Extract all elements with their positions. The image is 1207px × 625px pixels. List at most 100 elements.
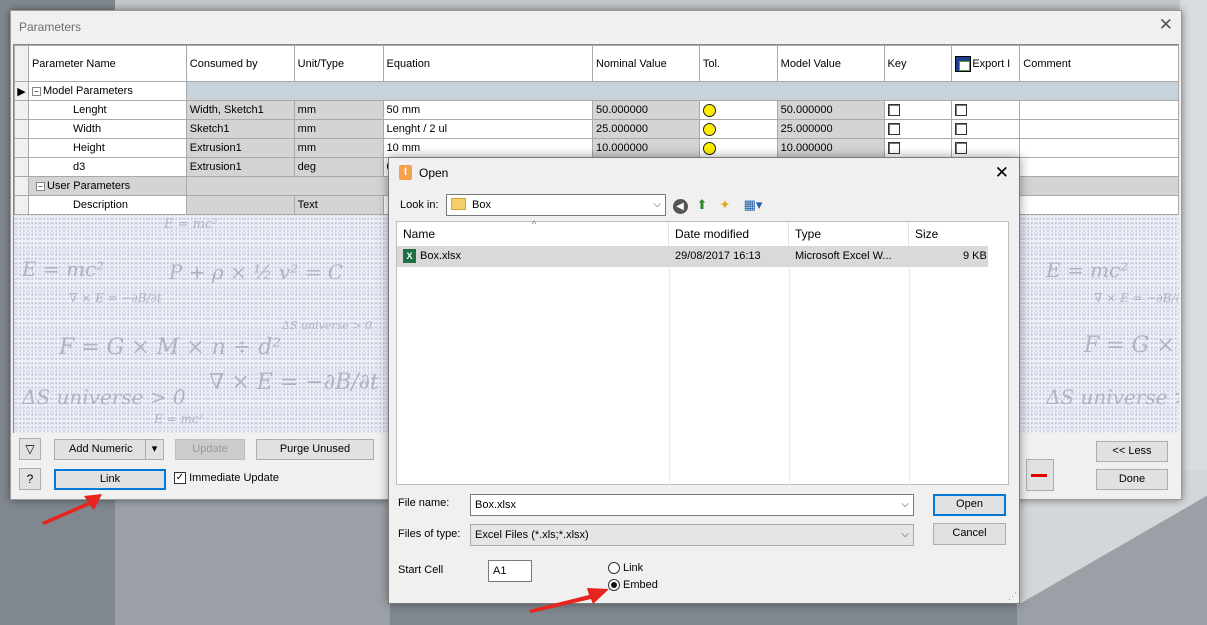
filter-icon[interactable]: ▽ bbox=[19, 438, 41, 460]
export-cell[interactable] bbox=[951, 138, 1021, 158]
column-header[interactable]: Tol. bbox=[698, 45, 778, 82]
group-label-cell[interactable]: − User Parameters bbox=[27, 176, 187, 196]
column-header[interactable]: Consumed by bbox=[185, 45, 295, 82]
link-button[interactable]: Link bbox=[54, 469, 166, 490]
key-cell[interactable] bbox=[883, 138, 953, 158]
file-row[interactable]: X Box.xlsx 29/08/2017 16:13 Microsoft Exc… bbox=[397, 246, 988, 267]
column-header-size[interactable]: Size bbox=[909, 222, 989, 246]
key-checkbox[interactable] bbox=[887, 142, 900, 155]
collapse-icon[interactable]: − bbox=[31, 86, 41, 96]
column-header[interactable]: Nominal Value bbox=[591, 45, 700, 82]
table-row[interactable]: Height Extrusion1 mm 10 mm 10.000000 10.… bbox=[14, 138, 1179, 158]
red-marker-button[interactable] bbox=[1026, 459, 1054, 491]
files-of-type-select[interactable]: Excel Files (*.xls;*.xlsx) ⌵ bbox=[470, 524, 914, 546]
link-radio[interactable]: Link bbox=[608, 562, 643, 575]
consumed-by: Extrusion1 bbox=[185, 138, 295, 158]
export-checkbox[interactable] bbox=[955, 123, 968, 136]
annotation-arrow bbox=[529, 588, 609, 613]
less-button[interactable]: << Less bbox=[1096, 441, 1168, 462]
column-header-export[interactable]: Export I bbox=[951, 45, 1021, 82]
check-icon[interactable]: ✓ bbox=[174, 472, 186, 485]
embed-radio[interactable]: Embed bbox=[608, 579, 658, 592]
param-name[interactable]: Lenght bbox=[27, 100, 187, 120]
file-name-cell[interactable]: X Box.xlsx bbox=[403, 246, 461, 267]
close-icon[interactable]: ✕ bbox=[1159, 15, 1173, 35]
column-header-type[interactable]: Type bbox=[789, 222, 909, 246]
row-header-corner bbox=[14, 45, 29, 82]
current-row-marker: ▶ bbox=[14, 81, 29, 101]
tolerance-cell[interactable] bbox=[698, 119, 778, 139]
chevron-down-icon[interactable]: ⌵ bbox=[901, 495, 909, 515]
group-label: Model Parameters bbox=[42, 85, 133, 97]
purge-unused-button[interactable]: Purge Unused bbox=[256, 439, 374, 460]
export-checkbox[interactable] bbox=[955, 104, 968, 117]
key-cell[interactable] bbox=[883, 119, 953, 139]
help-icon[interactable]: ? bbox=[19, 468, 41, 490]
tolerance-cell[interactable] bbox=[698, 100, 778, 120]
view-menu-icon[interactable]: ▦▾ bbox=[739, 196, 767, 214]
key-cell[interactable] bbox=[883, 100, 953, 120]
look-in-select[interactable]: Box ⌵ bbox=[446, 194, 666, 216]
file-name: Box.xlsx bbox=[420, 250, 461, 262]
update-button[interactable]: Update bbox=[175, 439, 245, 460]
equation[interactable]: 10 mm bbox=[382, 138, 593, 158]
chevron-down-icon[interactable]: ▾ bbox=[145, 440, 163, 459]
tolerance-cell[interactable] bbox=[698, 138, 778, 158]
nominal-value: 50.000000 bbox=[591, 100, 700, 120]
table-row[interactable]: Width Sketch1 mm Lenght / 2 ul 25.000000… bbox=[14, 119, 1179, 139]
add-numeric-button[interactable]: Add Numeric ▾ bbox=[54, 439, 164, 460]
new-folder-icon[interactable]: ✦ bbox=[716, 196, 734, 214]
start-cell-input[interactable]: A1 bbox=[488, 560, 532, 582]
row-header bbox=[14, 138, 29, 158]
tolerance-icon[interactable] bbox=[702, 103, 716, 117]
column-header[interactable]: Model Value bbox=[776, 45, 885, 82]
param-name[interactable]: Width bbox=[27, 119, 187, 139]
comment[interactable] bbox=[1019, 138, 1179, 158]
look-in-label: Look in: bbox=[400, 199, 439, 211]
column-header[interactable]: Parameter Name bbox=[27, 45, 187, 82]
collapse-icon[interactable]: − bbox=[35, 181, 45, 191]
column-header[interactable]: Key bbox=[883, 45, 953, 82]
group-row-model[interactable]: ▶ − Model Parameters bbox=[14, 81, 1179, 101]
radio-icon[interactable] bbox=[608, 562, 620, 575]
export-cell[interactable] bbox=[951, 100, 1021, 120]
key-checkbox[interactable] bbox=[887, 123, 900, 136]
unit: mm bbox=[293, 119, 384, 139]
column-header-label: Export I bbox=[972, 57, 1011, 70]
comment[interactable] bbox=[1019, 100, 1179, 120]
param-name[interactable]: Description bbox=[27, 195, 187, 215]
tolerance-icon[interactable] bbox=[702, 122, 716, 136]
column-header-date[interactable]: Date modified bbox=[669, 222, 789, 246]
immediate-update-option[interactable]: ✓ Immediate Update bbox=[174, 472, 279, 485]
close-icon[interactable]: ✕ bbox=[995, 163, 1009, 183]
chevron-down-icon: ⌵ bbox=[901, 529, 909, 540]
param-name[interactable]: d3 bbox=[27, 157, 187, 177]
param-name[interactable]: Height bbox=[27, 138, 187, 158]
cancel-button[interactable]: Cancel bbox=[933, 523, 1006, 545]
column-header[interactable]: Unit/Type bbox=[293, 45, 384, 82]
equation[interactable]: 50 mm bbox=[382, 100, 593, 120]
export-cell[interactable] bbox=[951, 119, 1021, 139]
up-folder-icon[interactable]: ⬆ bbox=[693, 196, 711, 214]
column-header[interactable]: Comment bbox=[1019, 45, 1179, 82]
comment[interactable] bbox=[1019, 119, 1179, 139]
comment[interactable] bbox=[1019, 195, 1179, 215]
table-row[interactable]: Lenght Width, Sketch1 mm 50 mm 50.000000… bbox=[14, 100, 1179, 120]
column-header-name[interactable]: Name bbox=[397, 222, 669, 246]
column-header[interactable]: Equation bbox=[382, 45, 593, 82]
watermark-eq: E = mc² bbox=[1046, 258, 1129, 282]
back-icon[interactable]: ◀ bbox=[671, 196, 689, 214]
done-button[interactable]: Done bbox=[1096, 469, 1168, 490]
file-name-value: Box.xlsx bbox=[475, 499, 516, 511]
open-button[interactable]: Open bbox=[933, 494, 1006, 516]
file-list[interactable]: ^ Name Date modified Type Size X Box.xlsx… bbox=[396, 219, 1009, 486]
resize-grip-icon[interactable]: ⋰ bbox=[1008, 591, 1017, 602]
key-checkbox[interactable] bbox=[887, 104, 900, 117]
watermark-eq: P + ρ × ½ v² = C bbox=[169, 260, 343, 284]
equation[interactable]: Lenght / 2 ul bbox=[382, 119, 593, 139]
export-checkbox[interactable] bbox=[955, 142, 968, 155]
file-name-input[interactable]: Box.xlsx ⌵ bbox=[470, 494, 914, 516]
comment[interactable] bbox=[1019, 157, 1179, 177]
tolerance-icon[interactable] bbox=[702, 141, 716, 155]
group-label-cell[interactable]: − Model Parameters bbox=[27, 81, 187, 101]
